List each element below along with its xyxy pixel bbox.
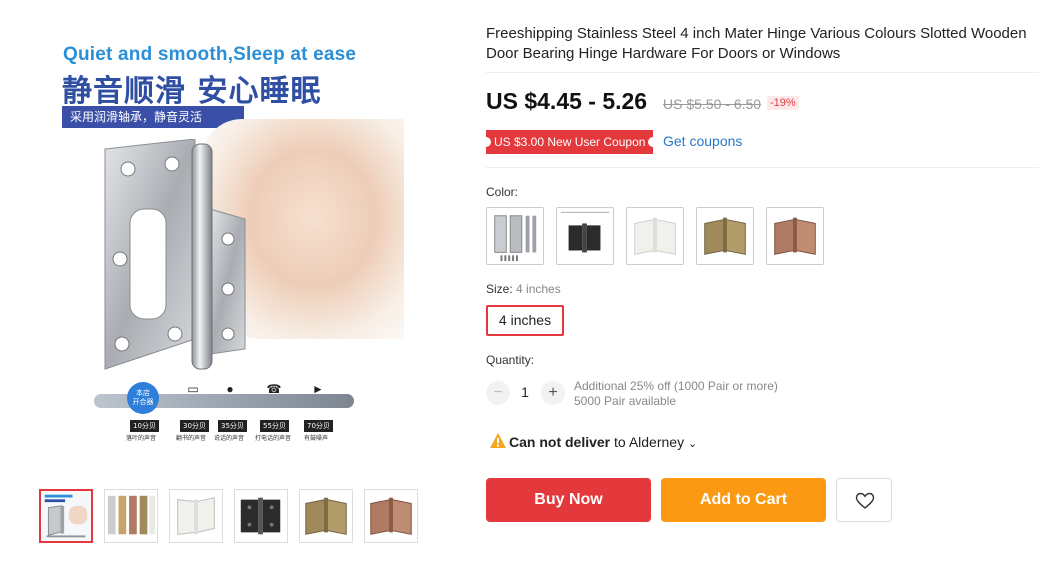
divider — [486, 72, 1039, 73]
get-coupons-link[interactable]: Get coupons — [663, 133, 742, 149]
thumbnail-4[interactable] — [234, 489, 288, 543]
size-label-text: Size: — [486, 282, 513, 296]
hinge-swatch-icon — [634, 217, 676, 255]
quantity-label: Quantity: — [486, 353, 535, 367]
wishlist-button[interactable] — [836, 478, 892, 522]
buy-now-button[interactable]: Buy Now — [486, 478, 651, 522]
delivery-location-link[interactable]: to Alderney ⌄ — [614, 434, 697, 450]
scale-caption: 翻书的声音 — [176, 435, 207, 442]
stock-available: 5000 Pair available — [574, 394, 677, 408]
discount-badge: -19% — [767, 96, 799, 110]
thumbnail-6[interactable] — [364, 489, 418, 543]
color-swatch-white[interactable] — [626, 207, 684, 265]
chevron-down-icon: ⌄ — [687, 438, 698, 450]
color-swatch-stainless[interactable] — [486, 207, 544, 265]
divider — [486, 167, 1039, 168]
main-product-image[interactable]: Quiet and smooth,Sleep at ease 静音顺滑 安心睡眠… — [52, 24, 404, 472]
phone-icon: ☎ — [266, 382, 282, 396]
original-price: US $5.50 - 6.50 — [663, 96, 762, 112]
add-to-cart-button[interactable]: Add to Cart — [661, 478, 826, 522]
size-option-4-inches[interactable]: 4 inches — [486, 305, 564, 336]
person-icon: ● — [226, 382, 234, 396]
hinge-swatch-icon — [494, 215, 537, 262]
product-title: Freeshipping Stainless Steel 4 inch Mate… — [486, 25, 1027, 62]
price: US $4.45 - 5.26 — [486, 88, 648, 114]
image-headline-cn: 静音顺滑 安心睡眠 — [62, 74, 322, 109]
hinge-thumb-icon — [370, 497, 412, 535]
book-icon: ▭ — [187, 382, 199, 396]
color-label: Color: — [486, 185, 519, 199]
scale-tag: 70分贝 — [304, 420, 333, 432]
quantity-decrease-button[interactable]: − — [486, 381, 510, 405]
scale-caption: 打电话的声音 — [255, 435, 292, 442]
hinge-thumb-icon — [107, 495, 156, 535]
color-swatch-red-copper[interactable] — [766, 207, 824, 265]
scale-caption: 落叶的声音 — [126, 435, 157, 442]
quantity-value[interactable]: 1 — [514, 384, 536, 400]
image-banner: 采用润滑轴承，静音灵活 — [62, 106, 244, 128]
new-user-coupon[interactable]: US $3.00 New User Coupon — [484, 130, 655, 154]
hinge-illustration — [104, 139, 246, 370]
scale-caption: 说话的声音 — [214, 435, 245, 442]
thumbnail-2[interactable] — [104, 489, 158, 543]
delivery-status: Can not deliver to Alderney ⌄ — [509, 434, 697, 450]
hinge-thumb-icon — [240, 497, 281, 535]
warning-icon — [490, 433, 506, 448]
hinge-swatch-icon — [704, 217, 746, 255]
scale-tag: 55分贝 — [260, 420, 289, 432]
scale-caption: 有鼓噪声 — [304, 435, 329, 442]
hinge-thumb-icon — [41, 491, 91, 541]
hinge-thumb-icon — [177, 497, 215, 535]
thumbnail-1[interactable] — [39, 489, 93, 543]
color-swatch-bronze[interactable] — [696, 207, 754, 265]
heart-icon — [855, 492, 875, 509]
hinge-thumb-icon — [305, 497, 347, 535]
image-headline-en: Quiet and smooth,Sleep at ease — [63, 44, 357, 65]
scale-knob: 本店 开合器 — [127, 382, 159, 414]
size-selected-value: 4 inches — [516, 282, 561, 296]
hinge-swatch-icon — [774, 217, 816, 255]
thumbnail-5[interactable] — [299, 489, 353, 543]
hinge-swatch-icon — [560, 211, 610, 253]
delivery-location-text: to Alderney — [614, 434, 685, 450]
speaker-icon: ► — [312, 382, 324, 396]
scale-tag: 10分贝 — [130, 420, 159, 432]
scale-tag: 35分贝 — [218, 420, 247, 432]
thumbnail-3[interactable] — [169, 489, 223, 543]
size-label: Size: 4 inches — [486, 282, 561, 296]
scale-tag: 30分贝 — [180, 420, 209, 432]
color-swatch-black[interactable] — [556, 207, 614, 265]
bulk-discount-note: Additional 25% off (1000 Pair or more) — [574, 379, 778, 393]
quantity-increase-button[interactable]: + — [541, 381, 565, 405]
delivery-status-text: Can not deliver — [509, 434, 611, 450]
